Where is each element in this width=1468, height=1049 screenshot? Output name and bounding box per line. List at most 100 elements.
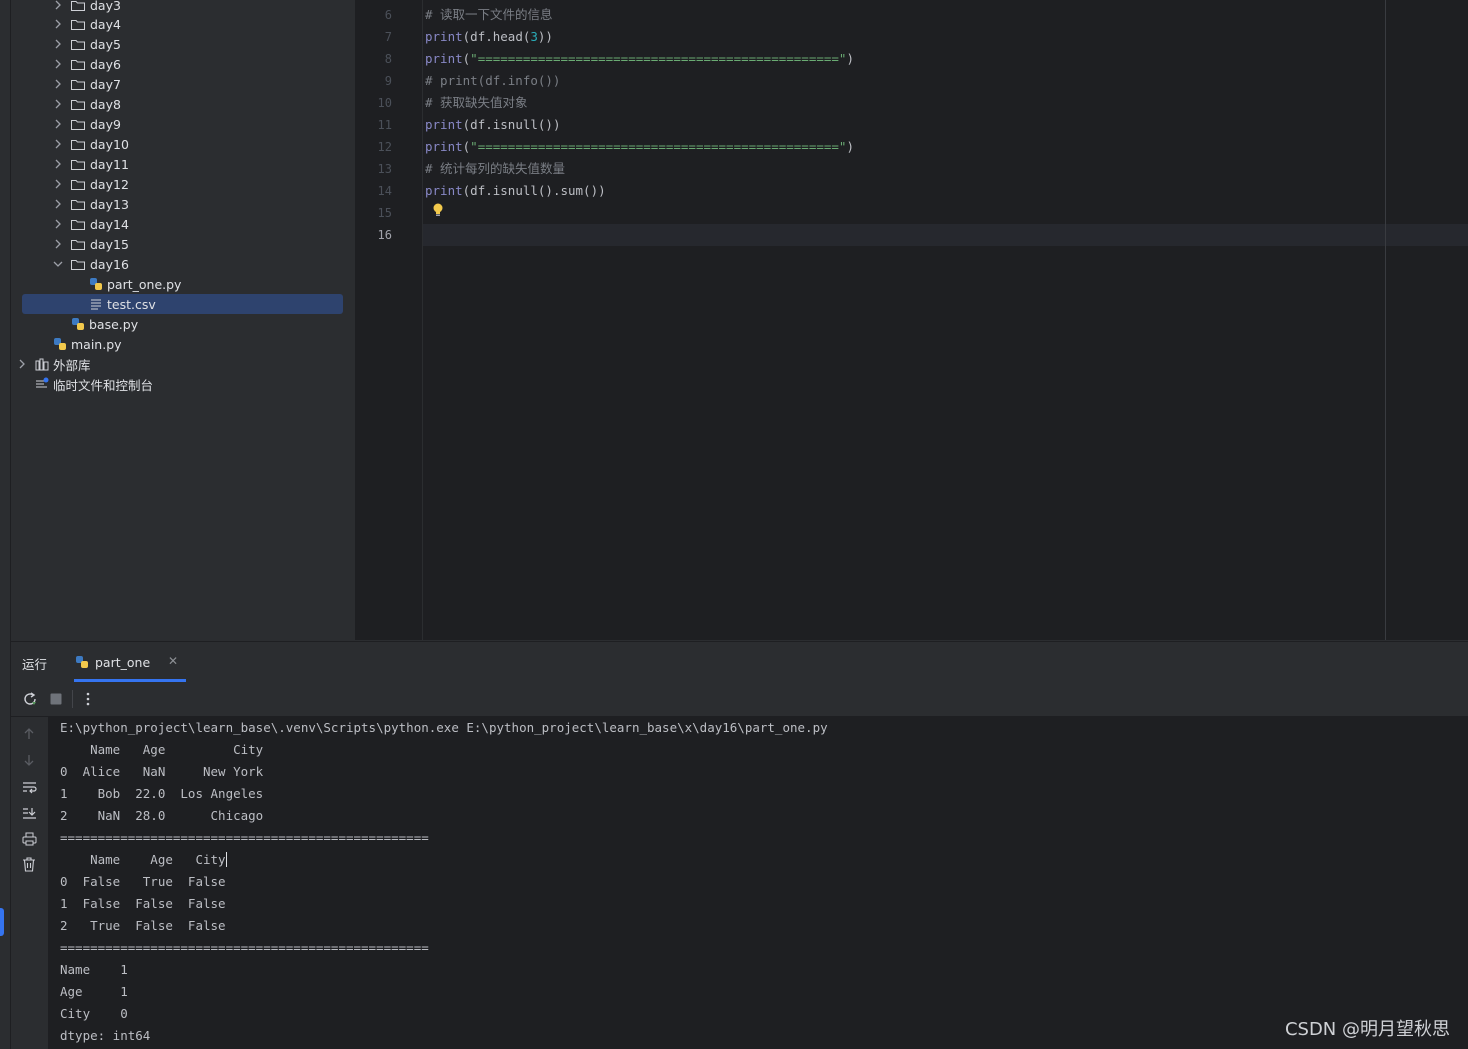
tree-folder-day8[interactable]: day8 bbox=[11, 94, 355, 114]
tree-folder-day4[interactable]: day4 bbox=[11, 14, 355, 34]
chevron-right-icon[interactable] bbox=[52, 178, 64, 190]
code-text: (df.isnull()) bbox=[462, 117, 561, 132]
tree-file-base-py[interactable]: base.py bbox=[11, 314, 355, 334]
line-number: 6 bbox=[384, 8, 392, 22]
selection-highlight bbox=[22, 294, 343, 314]
console-side-toolbar bbox=[11, 717, 49, 1049]
folder-icon bbox=[71, 39, 85, 50]
chevron-right-icon[interactable] bbox=[16, 358, 28, 370]
tree-label: day12 bbox=[90, 176, 129, 192]
scroll-to-end-icon[interactable] bbox=[22, 806, 37, 820]
tree-label: 外部库 bbox=[53, 357, 91, 373]
code-builtin: print bbox=[425, 139, 463, 154]
chevron-right-icon[interactable] bbox=[52, 78, 64, 90]
tree-folder-day3[interactable]: day3 bbox=[11, 0, 355, 15]
print-icon[interactable] bbox=[22, 832, 37, 846]
folder-icon bbox=[71, 199, 85, 210]
tree-folder-day10[interactable]: day10 bbox=[11, 134, 355, 154]
run-tab-part-one[interactable]: part_one ✕ bbox=[74, 642, 186, 682]
code-editor[interactable]: 6 7 8 9 10 11 12 13 14 15 16 # 读取一下文件的信息… bbox=[356, 0, 1468, 640]
line-number: 12 bbox=[377, 140, 392, 154]
line-number: 9 bbox=[384, 74, 392, 88]
stop-icon[interactable] bbox=[50, 693, 62, 705]
chevron-right-icon[interactable] bbox=[52, 118, 64, 130]
folder-icon bbox=[71, 0, 85, 11]
code-string: "=======================================… bbox=[470, 51, 847, 66]
tree-folder-day16[interactable]: day16 bbox=[11, 254, 355, 274]
chevron-right-icon[interactable] bbox=[52, 158, 64, 170]
tree-folder-day12[interactable]: day12 bbox=[11, 174, 355, 194]
chevron-right-icon[interactable] bbox=[52, 198, 64, 210]
tree-folder-day14[interactable]: day14 bbox=[11, 214, 355, 234]
code-line[interactable]: print(df.isnull()) bbox=[425, 114, 560, 136]
tree-folder-day5[interactable]: day5 bbox=[11, 34, 355, 54]
tree-label: day10 bbox=[90, 136, 129, 152]
code-line[interactable]: print("=================================… bbox=[425, 136, 854, 158]
current-line-highlight bbox=[356, 224, 1468, 246]
more-icon[interactable] bbox=[84, 691, 92, 707]
chevron-down-icon[interactable] bbox=[52, 258, 64, 270]
tree-folder-day6[interactable]: day6 bbox=[11, 54, 355, 74]
tree-folder-day15[interactable]: day15 bbox=[11, 234, 355, 254]
chevron-right-icon[interactable] bbox=[52, 58, 64, 70]
library-icon bbox=[35, 358, 49, 371]
tree-folder-day13[interactable]: day13 bbox=[11, 194, 355, 214]
tree-label: day16 bbox=[90, 256, 129, 272]
tree-label: main.py bbox=[71, 336, 122, 352]
console-line: 1 Bob 22.0 Los Angeles bbox=[60, 786, 264, 801]
python-file-icon bbox=[90, 278, 102, 290]
python-file-icon bbox=[54, 338, 66, 350]
console-output[interactable]: E:\python_project\learn_base\.venv\Scrip… bbox=[49, 717, 1468, 1049]
code-line[interactable]: print(df.isnull().sum()) bbox=[425, 180, 606, 202]
text-caret bbox=[225, 852, 227, 867]
tree-label: day5 bbox=[90, 36, 121, 52]
folder-icon bbox=[71, 59, 85, 70]
tree-folder-day9[interactable]: day9 bbox=[11, 114, 355, 134]
chevron-right-icon[interactable] bbox=[52, 18, 64, 30]
console-line: Name Age City bbox=[60, 849, 227, 871]
chevron-right-icon[interactable] bbox=[52, 238, 64, 250]
run-panel-header: 运行 part_one ✕ bbox=[11, 641, 1468, 683]
chevron-right-icon[interactable] bbox=[52, 38, 64, 50]
tree-label: day13 bbox=[90, 196, 129, 212]
tree-label: day15 bbox=[90, 236, 129, 252]
code-line[interactable]: # print(df.info()) bbox=[425, 70, 560, 92]
tree-external-libraries[interactable]: 外部库 bbox=[11, 354, 355, 374]
chevron-right-icon[interactable] bbox=[52, 98, 64, 110]
code-line[interactable]: # 读取一下文件的信息 bbox=[425, 4, 553, 26]
console-line: 0 False True False bbox=[60, 874, 226, 889]
code-line[interactable]: # 统计每列的缺失值数量 bbox=[425, 158, 565, 180]
run-tab-label: part_one bbox=[95, 655, 151, 670]
code-line[interactable]: # 获取缺失值对象 bbox=[425, 92, 528, 114]
code-comment: # print(df.info()) bbox=[425, 73, 561, 88]
chevron-right-icon[interactable] bbox=[52, 218, 64, 230]
console-line: ========================================… bbox=[60, 940, 429, 955]
soft-wrap-icon[interactable] bbox=[22, 780, 37, 794]
right-margin-guide bbox=[1385, 0, 1386, 640]
tree-file-test-csv[interactable]: test.csv bbox=[11, 294, 355, 314]
rerun-icon[interactable] bbox=[22, 691, 38, 707]
down-arrow-icon[interactable] bbox=[22, 753, 36, 767]
lightbulb-icon[interactable] bbox=[432, 202, 444, 218]
tree-label: day9 bbox=[90, 116, 121, 132]
tree-file-part-one[interactable]: part_one.py bbox=[11, 274, 355, 294]
line-number-gutter: 6 7 8 9 10 11 12 13 14 15 16 bbox=[356, 0, 423, 640]
chevron-right-icon[interactable] bbox=[52, 0, 64, 11]
up-arrow-icon[interactable] bbox=[22, 727, 36, 741]
trash-icon[interactable] bbox=[22, 857, 36, 872]
tree-scratches-consoles[interactable]: 临时文件和控制台 bbox=[11, 374, 355, 394]
folder-icon bbox=[71, 139, 85, 150]
folder-icon bbox=[71, 179, 85, 190]
watermark: CSDN @明月望秋思 bbox=[1284, 1019, 1450, 1040]
tree-label: test.csv bbox=[107, 296, 156, 312]
code-line[interactable]: print("=================================… bbox=[425, 48, 854, 70]
folder-icon bbox=[71, 239, 85, 250]
chevron-right-icon[interactable] bbox=[52, 138, 64, 150]
tree-file-main-py[interactable]: main.py bbox=[11, 334, 355, 354]
code-line[interactable]: print(df.head(3)) bbox=[425, 26, 553, 48]
close-icon[interactable]: ✕ bbox=[168, 654, 178, 668]
tree-folder-day7[interactable]: day7 bbox=[11, 74, 355, 94]
folder-icon bbox=[71, 99, 85, 110]
tree-folder-day11[interactable]: day11 bbox=[11, 154, 355, 174]
console-line: City 0 bbox=[60, 1006, 128, 1021]
